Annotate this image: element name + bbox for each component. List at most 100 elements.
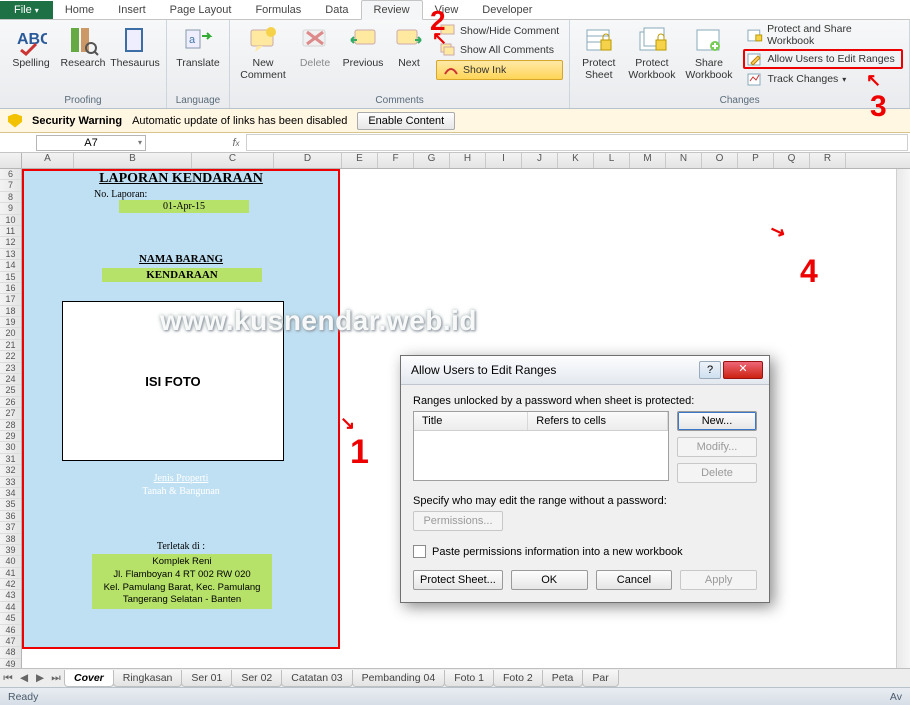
paste-permissions-checkbox[interactable] xyxy=(413,545,426,558)
row-header-40[interactable]: 40 xyxy=(0,556,21,567)
sheet-tab-peta[interactable]: Peta xyxy=(542,670,584,687)
col-header-K[interactable]: K xyxy=(558,153,594,168)
col-header-A[interactable]: A xyxy=(22,153,74,168)
row-header-46[interactable]: 46 xyxy=(0,625,21,636)
tab-home[interactable]: Home xyxy=(53,1,106,19)
tab-developer[interactable]: Developer xyxy=(470,1,544,19)
dialog-close-button[interactable]: ✕ xyxy=(723,361,763,379)
row-header-15[interactable]: 15 xyxy=(0,272,21,283)
row-header-7[interactable]: 7 xyxy=(0,180,21,191)
show-ink-button[interactable]: Show Ink xyxy=(436,60,563,80)
col-refers[interactable]: Refers to cells xyxy=(528,412,668,430)
row-header-12[interactable]: 12 xyxy=(0,237,21,248)
col-header-O[interactable]: O xyxy=(702,153,738,168)
delete-comment-button[interactable]: Delete xyxy=(294,22,336,72)
row-header-43[interactable]: 43 xyxy=(0,590,21,601)
col-title[interactable]: Title xyxy=(414,412,528,430)
row-header-33[interactable]: 33 xyxy=(0,477,21,488)
col-header-L[interactable]: L xyxy=(594,153,630,168)
tab-review[interactable]: Review xyxy=(361,0,423,20)
protect-workbook-button[interactable]: Protect Workbook xyxy=(625,22,678,83)
research-button[interactable]: Research xyxy=(60,22,106,72)
protect-sheet-button-dialog[interactable]: Protect Sheet... xyxy=(413,570,503,590)
col-header-N[interactable]: N xyxy=(666,153,702,168)
row-header-42[interactable]: 42 xyxy=(0,579,21,590)
new-range-button[interactable]: New... xyxy=(677,411,757,431)
address-block[interactable]: Komplek Reni Jl. Flamboyan 4 RT 002 RW 0… xyxy=(92,554,272,609)
row-header-9[interactable]: 9 xyxy=(0,203,21,214)
row-header-25[interactable]: 25 xyxy=(0,385,21,396)
row-header-37[interactable]: 37 xyxy=(0,522,21,533)
sheet-tab-cover[interactable]: Cover xyxy=(64,670,114,687)
row-header-48[interactable]: 48 xyxy=(0,647,21,658)
col-header-F[interactable]: F xyxy=(378,153,414,168)
sheet-tab-par[interactable]: Par xyxy=(582,670,618,687)
sheet-nav-prev[interactable]: ◀ xyxy=(16,672,32,684)
col-header-H[interactable]: H xyxy=(450,153,486,168)
spelling-button[interactable]: ABC Spelling xyxy=(6,22,56,72)
col-header-G[interactable]: G xyxy=(414,153,450,168)
row-header-23[interactable]: 23 xyxy=(0,363,21,374)
cell-date[interactable]: 01-Apr-15 xyxy=(119,200,249,213)
col-header-J[interactable]: J xyxy=(522,153,558,168)
new-comment-button[interactable]: New Comment xyxy=(236,22,290,83)
row-header-14[interactable]: 14 xyxy=(0,260,21,271)
sheet-tab-foto-2[interactable]: Foto 2 xyxy=(493,670,543,687)
protect-sheet-button[interactable]: Protect Sheet xyxy=(576,22,621,83)
row-header-39[interactable]: 39 xyxy=(0,545,21,556)
row-header-32[interactable]: 32 xyxy=(0,465,21,476)
col-header-D[interactable]: D xyxy=(274,153,342,168)
sheet-tab-foto-1[interactable]: Foto 1 xyxy=(444,670,494,687)
row-header-41[interactable]: 41 xyxy=(0,568,21,579)
row-header-47[interactable]: 47 xyxy=(0,636,21,647)
sheet-nav-last[interactable]: ⏭ xyxy=(48,672,64,685)
col-header-I[interactable]: I xyxy=(486,153,522,168)
row-header-16[interactable]: 16 xyxy=(0,283,21,294)
share-workbook-button[interactable]: Share Workbook xyxy=(682,22,735,83)
enable-content-button[interactable]: Enable Content xyxy=(357,112,455,130)
row-header-6[interactable]: 6 xyxy=(0,169,21,180)
name-box[interactable]: A7▾ xyxy=(36,135,146,151)
row-header-20[interactable]: 20 xyxy=(0,328,21,339)
row-header-13[interactable]: 13 xyxy=(0,249,21,260)
tab-data[interactable]: Data xyxy=(313,1,360,19)
previous-comment-button[interactable]: Previous xyxy=(340,22,386,72)
row-header-28[interactable]: 28 xyxy=(0,420,21,431)
show-all-comments-button[interactable]: Show All Comments xyxy=(436,41,563,59)
worksheet-grid[interactable]: ABCDEFGHIJKLMNOPQR 678910111213141516171… xyxy=(0,153,910,676)
ranges-listbox[interactable]: Title Refers to cells xyxy=(413,411,669,481)
row-header-27[interactable]: 27 xyxy=(0,408,21,419)
row-header-31[interactable]: 31 xyxy=(0,454,21,465)
row-header-21[interactable]: 21 xyxy=(0,340,21,351)
ok-button[interactable]: OK xyxy=(511,570,588,590)
sheet-nav-next[interactable]: ▶ xyxy=(32,672,48,684)
photo-placeholder[interactable]: ISI FOTO xyxy=(62,301,284,461)
row-header-44[interactable]: 44 xyxy=(0,602,21,613)
row-header-38[interactable]: 38 xyxy=(0,534,21,545)
sheet-tab-ringkasan[interactable]: Ringkasan xyxy=(113,670,183,687)
col-header-E[interactable]: E xyxy=(342,153,378,168)
sheet-tab-pembanding-04[interactable]: Pembanding 04 xyxy=(352,670,446,687)
cancel-button[interactable]: Cancel xyxy=(596,570,673,590)
tab-file[interactable]: File ▾ xyxy=(0,1,53,19)
cell-kendaraan[interactable]: KENDARAAN xyxy=(102,268,262,282)
col-header-C[interactable]: C xyxy=(192,153,274,168)
col-header-Q[interactable]: Q xyxy=(774,153,810,168)
dialog-help-button[interactable]: ? xyxy=(699,361,721,379)
show-hide-comment-button[interactable]: Show/Hide Comment xyxy=(436,22,563,40)
row-header-24[interactable]: 24 xyxy=(0,374,21,385)
row-header-22[interactable]: 22 xyxy=(0,351,21,362)
row-header-8[interactable]: 8 xyxy=(0,192,21,203)
tab-page-layout[interactable]: Page Layout xyxy=(158,1,244,19)
fx-icon[interactable]: fx xyxy=(228,137,244,149)
row-header-29[interactable]: 29 xyxy=(0,431,21,442)
sheet-tab-catatan-03[interactable]: Catatan 03 xyxy=(281,670,352,687)
tab-formulas[interactable]: Formulas xyxy=(243,1,313,19)
col-header-B[interactable]: B xyxy=(74,153,192,168)
translate-button[interactable]: a Translate xyxy=(173,22,223,72)
row-header-19[interactable]: 19 xyxy=(0,317,21,328)
col-header-M[interactable]: M xyxy=(630,153,666,168)
sheet-nav-first[interactable]: ⏮ xyxy=(0,672,16,685)
row-header-10[interactable]: 10 xyxy=(0,215,21,226)
col-header-P[interactable]: P xyxy=(738,153,774,168)
